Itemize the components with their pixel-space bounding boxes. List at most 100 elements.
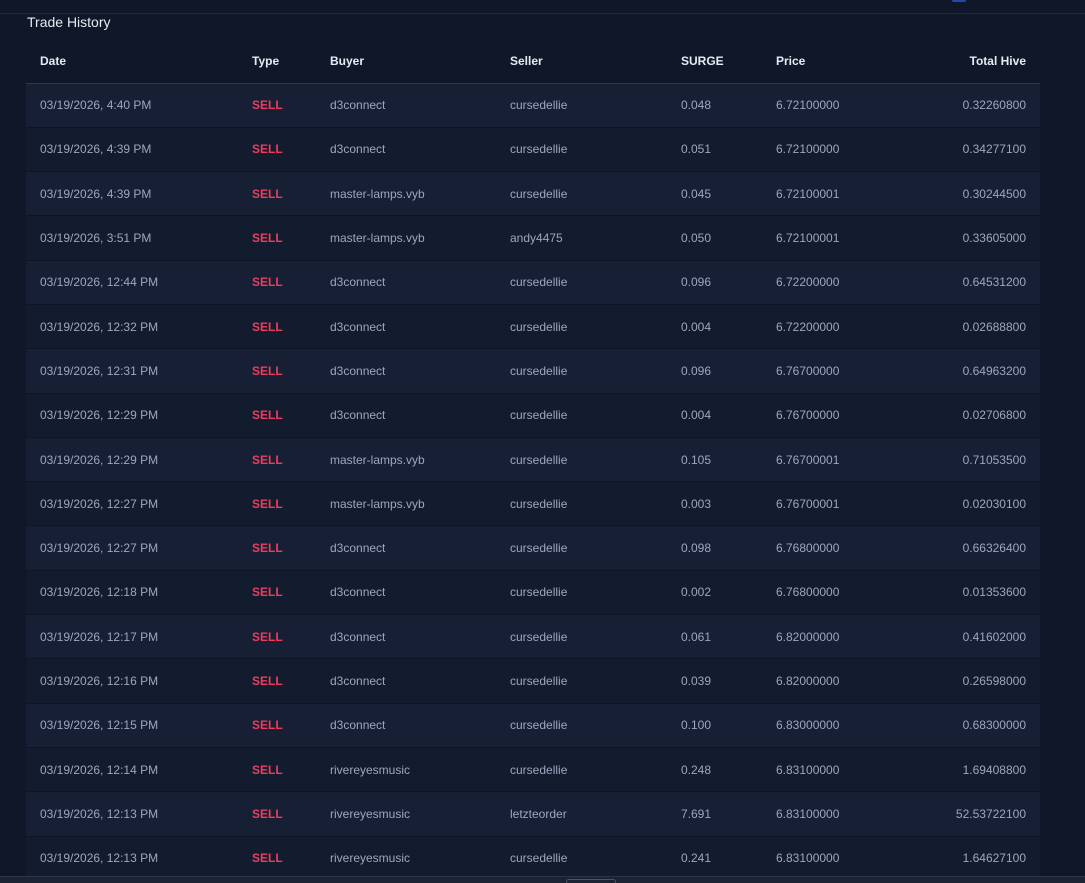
- total-hive-cell: 0.68300000: [922, 703, 1040, 748]
- surge-cell: 0.100: [667, 703, 762, 748]
- total-hive-cell: 1.69408800: [922, 747, 1040, 793]
- trade-row[interactable]: 03/19/2026, 12:29 PM SELL d3connect cursede…: [26, 393, 1040, 438]
- date-cell: 03/19/2026, 12:13 PM: [26, 836, 238, 881]
- total-hive-cell: 0.64531200: [922, 260, 1040, 305]
- total-hive-cell: 0.33605000: [922, 215, 1040, 261]
- date-cell: 03/19/2026, 3:51 PM: [26, 215, 238, 261]
- seller-cell: cursedellie: [496, 703, 667, 748]
- seller-cell: cursedellie: [496, 304, 667, 350]
- date-cell: 03/19/2026, 12:29 PM: [26, 437, 238, 483]
- price-cell: 6.72100001: [762, 215, 922, 261]
- type-cell: SELL: [238, 525, 316, 571]
- buyer-cell: d3connect: [316, 614, 496, 660]
- surge-cell: 0.248: [667, 747, 762, 793]
- seller-cell: cursedellie: [496, 747, 667, 793]
- trade-row[interactable]: 03/19/2026, 3:51 PM SELL master-lamps.vyb a…: [26, 215, 1040, 261]
- trade-row[interactable]: 03/19/2026, 12:13 PM SELL rivereyesmusic cu…: [26, 836, 1040, 881]
- surge-cell: 0.004: [667, 393, 762, 438]
- column-header-surge[interactable]: SURGE: [667, 40, 762, 84]
- buyer-cell: d3connect: [316, 658, 496, 704]
- buyer-cell: d3connect: [316, 127, 496, 173]
- date-cell: 03/19/2026, 12:16 PM: [26, 658, 238, 704]
- seller-cell: cursedellie: [496, 836, 667, 881]
- price-cell: 6.72100000: [762, 127, 922, 173]
- surge-cell: 0.061: [667, 614, 762, 660]
- trade-row[interactable]: 03/19/2026, 12:13 PM SELL rivereyesmusic le…: [26, 791, 1040, 837]
- trade-row[interactable]: 03/19/2026, 12:14 PM SELL rivereyesmusic cu…: [26, 747, 1040, 793]
- surge-cell: 0.004: [667, 304, 762, 350]
- surge-cell: 0.048: [667, 83, 762, 128]
- buyer-cell: master-lamps.vyb: [316, 437, 496, 483]
- trade-row[interactable]: 03/19/2026, 4:39 PM SELL d3connect cursedel…: [26, 127, 1040, 173]
- trade-row[interactable]: 03/19/2026, 12:44 PM SELL d3connect cursede…: [26, 260, 1040, 305]
- date-cell: 03/19/2026, 12:27 PM: [26, 525, 238, 571]
- trade-row[interactable]: 03/19/2026, 12:18 PM SELL d3connect cursede…: [26, 570, 1040, 616]
- buyer-cell: master-lamps.vyb: [316, 481, 496, 527]
- column-header-type[interactable]: Type: [238, 40, 316, 84]
- column-header-price[interactable]: Price: [762, 40, 922, 84]
- surge-cell: 0.039: [667, 658, 762, 704]
- price-cell: 6.83100000: [762, 791, 922, 837]
- type-cell: SELL: [238, 260, 316, 305]
- trade-row[interactable]: 03/19/2026, 12:16 PM SELL d3connect cursede…: [26, 658, 1040, 704]
- total-hive-cell: 1.64627100: [922, 836, 1040, 881]
- price-cell: 6.76700001: [762, 437, 922, 483]
- column-header-date[interactable]: Date: [26, 40, 238, 84]
- buyer-cell: rivereyesmusic: [316, 836, 496, 881]
- surge-cell: 0.003: [667, 481, 762, 527]
- trade-row[interactable]: 03/19/2026, 12:27 PM SELL d3connect cursede…: [26, 525, 1040, 571]
- column-header-total-hive[interactable]: Total Hive: [922, 40, 1040, 84]
- price-cell: 6.83000000: [762, 703, 922, 748]
- type-cell: SELL: [238, 171, 316, 217]
- trade-row[interactable]: 03/19/2026, 12:31 PM SELL d3connect cursede…: [26, 348, 1040, 394]
- surge-cell: 0.051: [667, 127, 762, 173]
- corner-indicator: [952, 0, 966, 2]
- buyer-cell: d3connect: [316, 703, 496, 748]
- trade-row[interactable]: 03/19/2026, 12:27 PM SELL master-lamps.vyb…: [26, 481, 1040, 527]
- trade-row[interactable]: 03/19/2026, 4:40 PM SELL d3connect cursedel…: [26, 83, 1040, 128]
- seller-cell: cursedellie: [496, 171, 667, 217]
- trade-row[interactable]: 03/19/2026, 12:29 PM SELL master-lamps.vyb…: [26, 437, 1040, 483]
- buyer-cell: d3connect: [316, 570, 496, 616]
- seller-cell: cursedellie: [496, 570, 667, 616]
- price-cell: 6.82000000: [762, 614, 922, 660]
- surge-cell: 7.691: [667, 791, 762, 837]
- trade-row[interactable]: 03/19/2026, 12:32 PM SELL d3connect cursede…: [26, 304, 1040, 350]
- price-cell: 6.82000000: [762, 658, 922, 704]
- surge-cell: 0.096: [667, 260, 762, 305]
- header-row: Date Type Buyer Seller SURGE Price Total…: [26, 40, 1040, 84]
- trade-row[interactable]: 03/19/2026, 12:17 PM SELL d3connect cursede…: [26, 614, 1040, 660]
- total-hive-cell: 0.71053500: [922, 437, 1040, 483]
- surge-cell: 0.002: [667, 570, 762, 616]
- trade-row[interactable]: 03/19/2026, 12:15 PM SELL d3connect cursede…: [26, 703, 1040, 748]
- column-header-buyer[interactable]: Buyer: [316, 40, 496, 84]
- date-cell: 03/19/2026, 4:39 PM: [26, 171, 238, 217]
- column-header-seller[interactable]: Seller: [496, 40, 667, 84]
- trade-history-table-container: Date Type Buyer Seller SURGE Price Total…: [26, 40, 1040, 881]
- panel-title: Trade History: [27, 14, 111, 30]
- date-cell: 03/19/2026, 4:40 PM: [26, 83, 238, 128]
- type-cell: SELL: [238, 348, 316, 394]
- seller-cell: cursedellie: [496, 481, 667, 527]
- bottom-drag-handle[interactable]: [566, 879, 616, 883]
- seller-cell: andy4475: [496, 215, 667, 261]
- seller-cell: cursedellie: [496, 393, 667, 438]
- seller-cell: cursedellie: [496, 83, 667, 128]
- buyer-cell: d3connect: [316, 393, 496, 438]
- total-hive-cell: 0.66326400: [922, 525, 1040, 571]
- trade-row[interactable]: 03/19/2026, 4:39 PM SELL master-lamps.vyb c…: [26, 171, 1040, 217]
- type-cell: SELL: [238, 83, 316, 128]
- buyer-cell: master-lamps.vyb: [316, 171, 496, 217]
- seller-cell: cursedellie: [496, 658, 667, 704]
- bottom-scroll-bar[interactable]: [0, 876, 1085, 883]
- price-cell: 6.72200000: [762, 260, 922, 305]
- buyer-cell: d3connect: [316, 348, 496, 394]
- seller-cell: letzteorder: [496, 791, 667, 837]
- price-cell: 6.76800000: [762, 570, 922, 616]
- type-cell: SELL: [238, 437, 316, 483]
- seller-cell: cursedellie: [496, 348, 667, 394]
- price-cell: 6.76800000: [762, 525, 922, 571]
- date-cell: 03/19/2026, 12:17 PM: [26, 614, 238, 660]
- total-hive-cell: 0.32260800: [922, 83, 1040, 128]
- type-cell: SELL: [238, 747, 316, 793]
